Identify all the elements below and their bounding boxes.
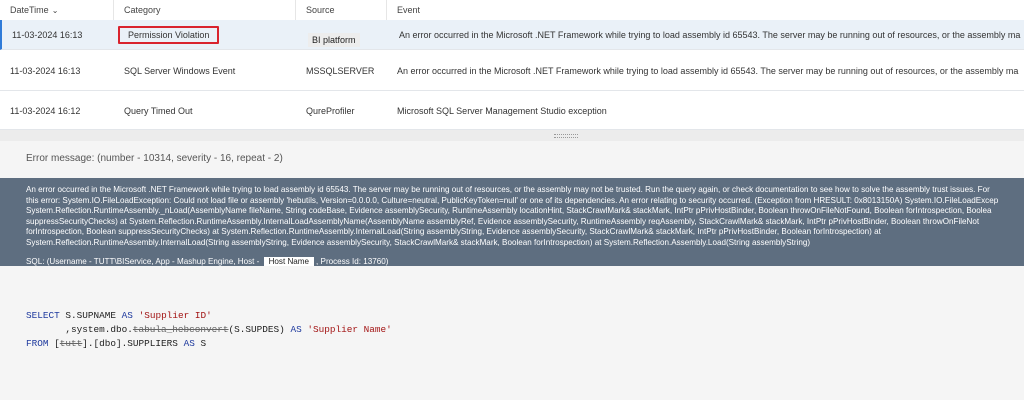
column-header-source[interactable]: Source — [296, 0, 387, 20]
sql-info-line: SQL: (Username - TUTT\BIService, App - M… — [26, 256, 1024, 266]
sql-text: ].[dbo].SUPPLIERS — [82, 338, 184, 349]
row-datetime: 11-03-2024 16:12 — [10, 105, 81, 116]
row-source: BI platform — [298, 20, 389, 49]
sql-keyword: AS — [121, 310, 133, 321]
sql-text: [ — [48, 338, 60, 349]
sql-keyword: AS — [183, 338, 195, 349]
column-header-datetime-label: DateTime — [10, 5, 49, 15]
error-text-line: forIntrospection, Boolean suppressSecuri… — [26, 227, 881, 237]
source-chip: BI platform — [308, 32, 360, 47]
row-category: Permission Violation — [116, 20, 298, 49]
sql-text: S — [194, 338, 207, 349]
sql-info-suffix: , Process Id: 13760) — [316, 256, 389, 266]
column-header-datetime[interactable]: DateTime ⌄ — [0, 0, 114, 20]
table-row[interactable]: 11-03-2024 16:13 Permission Violation BI… — [0, 20, 1024, 50]
error-details-box: An error occurred in the Microsoft .NET … — [0, 178, 1024, 266]
sql-code-block: SELECT S.SUPNAME AS 'Supplier ID' ,syste… — [26, 309, 392, 351]
sql-keyword: SELECT — [26, 310, 60, 321]
error-text-line: suppressSecurityChecks) at System.Reflec… — [26, 216, 980, 226]
sql-keyword: AS — [290, 324, 302, 335]
row-event: Microsoft SQL Server Management Studio e… — [397, 105, 607, 116]
redacted-text: tabula_hebconvert — [132, 324, 229, 335]
sql-text: (S.SUPDES) — [228, 324, 291, 335]
row-source: QureProfiler — [306, 105, 355, 116]
error-message-label: Error message: (number - 10314, severity… — [26, 153, 283, 164]
highlighted-category: Permission Violation — [118, 25, 220, 44]
sort-desc-icon[interactable]: ⌄ — [52, 6, 59, 15]
row-category: SQL Server Windows Event — [124, 65, 236, 76]
table-row[interactable]: 11-03-2024 16:13 SQL Server Windows Even… — [0, 51, 1024, 91]
sql-text: ,system.dbo. — [26, 324, 133, 335]
row-datetime: 11-03-2024 16:13 — [10, 65, 81, 76]
error-text-line: System.Reflection.RuntimeAssembly.Intern… — [26, 237, 811, 247]
splitter-grip-icon[interactable] — [554, 134, 578, 138]
row-category: Query Timed Out — [124, 105, 193, 116]
column-header-event[interactable]: Event — [387, 0, 1024, 20]
grid-header: DateTime ⌄ Category Source Event — [0, 0, 1024, 21]
sql-string: 'Supplier ID' — [138, 310, 212, 321]
sql-keyword: FROM — [26, 338, 49, 349]
row-event: An error occurred in the Microsoft .NET … — [397, 65, 1019, 76]
sql-string: 'Supplier Name' — [307, 324, 392, 335]
row-datetime: 11-03-2024 16:13 — [12, 29, 83, 40]
table-row[interactable]: 11-03-2024 16:12 Query Timed Out QurePro… — [0, 92, 1024, 130]
row-source: MSSQLSERVER — [306, 65, 375, 76]
error-text-line: this error: System.IO.FileLoadException:… — [26, 195, 999, 205]
sql-text: S.SUPNAME — [59, 310, 122, 321]
error-text-line: An error occurred in the Microsoft .NET … — [26, 185, 990, 194]
host-name-field: Host Name — [263, 256, 315, 266]
sql-info-prefix: SQL: (Username - TUTT\BIService, App - M… — [26, 256, 260, 266]
column-header-category[interactable]: Category — [114, 0, 296, 20]
row-event: An error occurred in the Microsoft .NET … — [399, 29, 1021, 40]
redacted-text: tutt — [59, 338, 83, 349]
error-text-line: System.Reflection.RuntimeAssembly._nLoad… — [26, 206, 992, 216]
